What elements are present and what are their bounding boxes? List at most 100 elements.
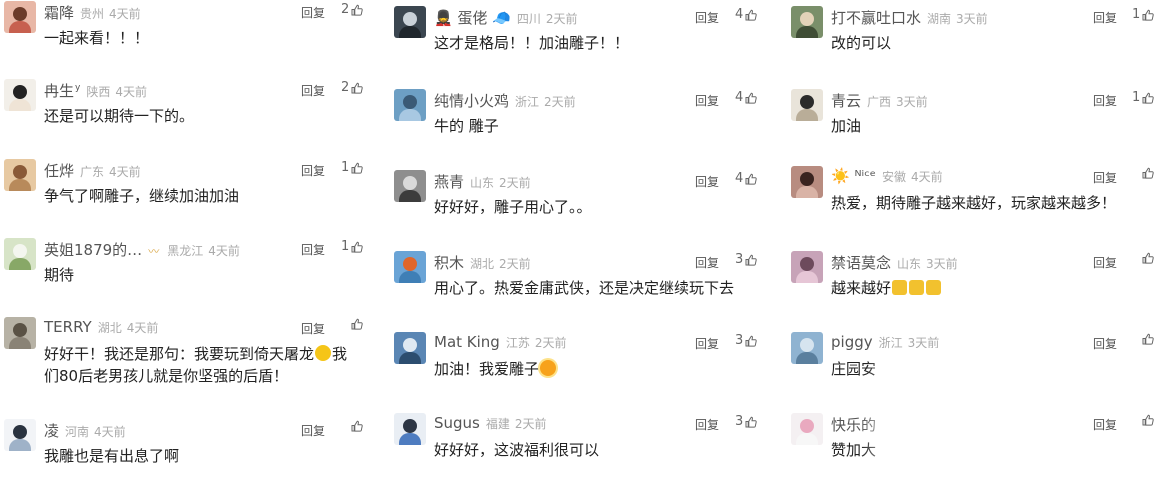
username[interactable]: 冉生y — [44, 80, 80, 101]
username[interactable]: 打不赢吐口水 — [831, 7, 921, 28]
thumb-up-icon — [351, 420, 363, 432]
avatar-body — [796, 433, 818, 445]
username-text: 冉生 — [44, 82, 75, 100]
avatar[interactable] — [4, 419, 36, 451]
reply-button[interactable]: 回复 — [1093, 416, 1117, 433]
like-button[interactable]: 4 — [735, 171, 757, 186]
thumbs-up-emoji-icon — [892, 280, 908, 295]
avatar[interactable] — [4, 317, 36, 349]
comment-line: 好好好，雕子用心了。。 — [434, 196, 592, 218]
reply-button[interactable]: 回复 — [695, 92, 719, 109]
reply-button[interactable]: 回复 — [695, 9, 719, 26]
like-button[interactable]: 2 — [341, 2, 363, 17]
like-button[interactable] — [1142, 414, 1154, 426]
username[interactable]: 燕青 — [434, 171, 464, 192]
like-count: 4 — [735, 90, 744, 105]
reply-button[interactable]: 回复 — [1093, 92, 1117, 109]
avatar[interactable] — [791, 6, 823, 38]
like-button[interactable]: 1 — [341, 239, 363, 254]
username[interactable]: 积木 — [434, 252, 464, 273]
reply-button[interactable]: 回复 — [301, 422, 325, 439]
username[interactable]: 青云 — [831, 90, 861, 111]
avatar[interactable] — [791, 332, 823, 364]
username[interactable]: Mat King — [434, 333, 500, 351]
region-label: 河南 — [65, 425, 90, 439]
reply-button[interactable]: 回复 — [695, 416, 719, 433]
username[interactable]: 英姐1879的… — [44, 239, 142, 260]
avatar-head — [403, 257, 417, 271]
avatar[interactable] — [791, 251, 823, 283]
avatar[interactable] — [791, 413, 823, 445]
avatar-body — [9, 99, 31, 111]
avatar[interactable] — [394, 6, 426, 38]
avatar-head — [800, 12, 814, 26]
avatar[interactable] — [791, 89, 823, 121]
username-text: 青云 — [831, 92, 862, 110]
reply-button[interactable]: 回复 — [1093, 335, 1117, 352]
username[interactable]: 任烨 — [44, 160, 74, 181]
like-button[interactable]: 3 — [735, 252, 757, 267]
avatar-head — [13, 323, 27, 337]
username[interactable]: 纯情小火鸡 — [434, 90, 509, 111]
like-button[interactable]: 3 — [735, 414, 757, 429]
like-button[interactable]: 3 — [735, 333, 757, 348]
like-button[interactable] — [1142, 252, 1154, 264]
comment-line: 期待 — [44, 264, 74, 286]
timestamp: 2天前 — [499, 257, 531, 271]
avatar[interactable] — [394, 251, 426, 283]
username[interactable]: 💂 蛋佬 🧢 — [434, 7, 511, 28]
avatar[interactable] — [394, 332, 426, 364]
username[interactable]: TERRY — [44, 318, 92, 336]
comment-meta: 打不赢吐口水 湖南 3天前 — [831, 7, 988, 27]
username[interactable]: 霜降 — [44, 2, 74, 23]
avatar[interactable] — [394, 170, 426, 202]
username[interactable]: Sugus — [434, 414, 480, 432]
comment-line: 我雕也是有出息了啊 — [44, 445, 179, 467]
comment-meta: 英姐1879的… 〰黑龙江 4天前 — [44, 239, 240, 259]
reply-button[interactable]: 回复 — [1093, 169, 1117, 186]
like-button[interactable]: 4 — [735, 7, 757, 22]
like-button[interactable] — [1142, 333, 1154, 345]
avatar[interactable] — [4, 238, 36, 270]
reply-button[interactable]: 回复 — [301, 320, 325, 337]
avatar[interactable] — [4, 79, 36, 111]
username-text: 凌 — [44, 422, 60, 440]
like-button[interactable] — [1142, 167, 1154, 179]
avatar[interactable] — [4, 1, 36, 33]
like-button[interactable]: 1 — [341, 160, 363, 175]
like-button[interactable] — [351, 420, 363, 432]
avatar[interactable] — [4, 159, 36, 191]
username[interactable]: ☀️ ᴺⁱᶜᵉ — [831, 167, 876, 185]
reply-button[interactable]: 回复 — [301, 162, 325, 179]
comment-text-segment: 这才是格局！！加油雕子！！ — [434, 34, 630, 52]
reply-button[interactable]: 回复 — [695, 173, 719, 190]
reply-button[interactable]: 回复 — [301, 241, 325, 258]
reply-button[interactable]: 回复 — [1093, 254, 1117, 271]
username[interactable]: 禁语莫念 — [831, 252, 891, 273]
comment-text-segment: 我 — [332, 345, 348, 363]
like-button[interactable]: 1 — [1132, 90, 1154, 105]
reply-button[interactable]: 回复 — [301, 82, 325, 99]
reply-button[interactable]: 回复 — [1093, 9, 1117, 26]
avatar-head — [800, 257, 814, 271]
like-button[interactable] — [351, 318, 363, 330]
username-text: Sugus — [434, 414, 480, 432]
timestamp: 4天前 — [911, 170, 943, 184]
reply-button[interactable]: 回复 — [301, 4, 325, 21]
like-button[interactable]: 2 — [341, 80, 363, 95]
comment-text: 加油 — [831, 115, 861, 137]
username[interactable]: 凌 — [44, 420, 59, 441]
reply-button[interactable]: 回复 — [695, 335, 719, 352]
comment-line: 还是可以期待一下的。 — [44, 105, 194, 127]
like-button[interactable]: 1 — [1132, 7, 1154, 22]
avatar[interactable] — [394, 413, 426, 445]
reply-button[interactable]: 回复 — [695, 254, 719, 271]
avatar[interactable] — [394, 89, 426, 121]
like-button[interactable]: 4 — [735, 90, 757, 105]
username-text: 霜降 — [44, 4, 75, 22]
like-count: 1 — [1132, 7, 1141, 22]
avatar-head — [13, 7, 27, 21]
region-label: 福建 — [485, 417, 510, 431]
avatar[interactable] — [791, 166, 823, 198]
comment-text-segment: 好好好，这波福利很可以 — [434, 441, 600, 459]
